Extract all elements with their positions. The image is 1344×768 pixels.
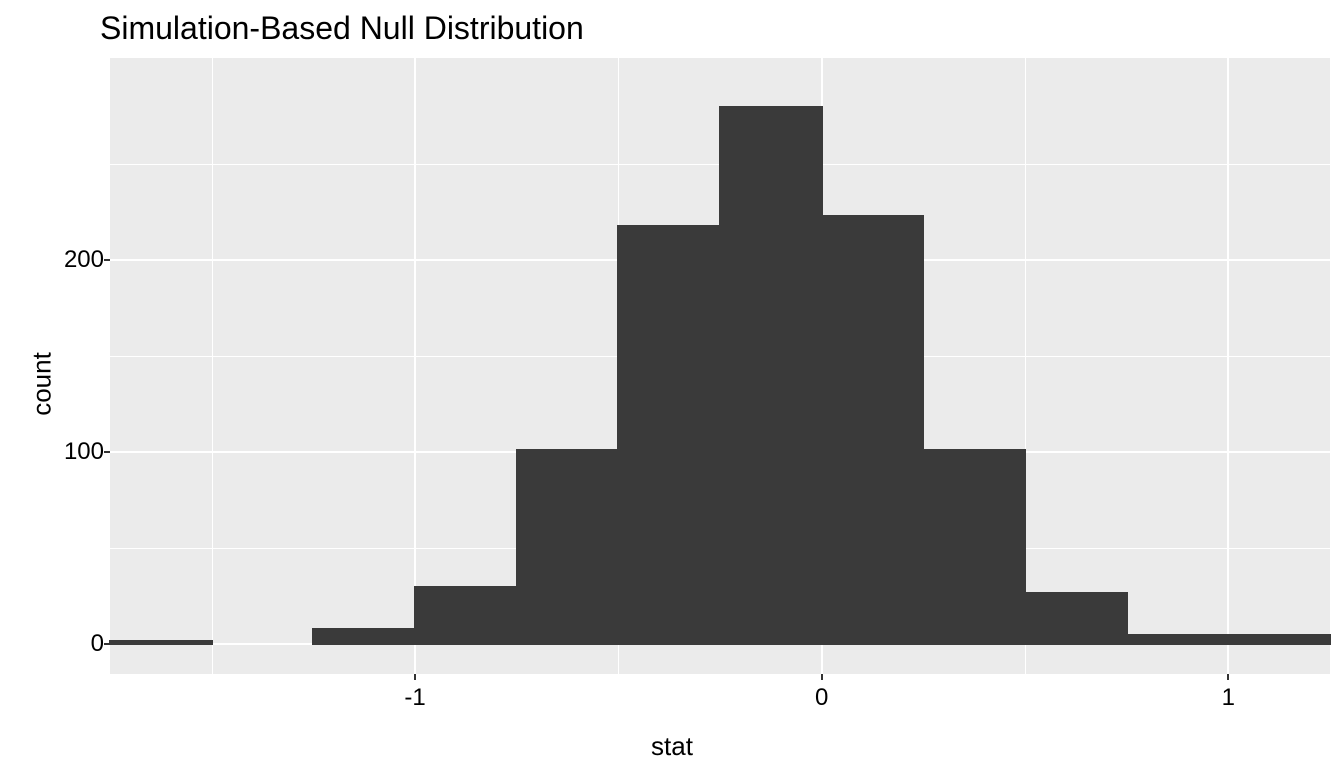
histogram-bar — [313, 629, 415, 644]
x-tick-label: -1 — [404, 684, 425, 712]
x-tick-mark — [1227, 674, 1229, 680]
y-tick-label: 100 — [64, 438, 104, 466]
y-tick-label: 200 — [64, 246, 104, 274]
x-axis-label: stat — [0, 731, 1344, 762]
y-tick-label: 0 — [91, 630, 104, 658]
chart-container: Simulation-Based Null Distribution count… — [0, 0, 1344, 768]
histogram-bar — [1127, 635, 1229, 645]
gridline-v-major — [414, 58, 416, 674]
histogram-bar — [1025, 593, 1127, 645]
histogram-bar — [415, 587, 517, 645]
histogram-bar — [517, 450, 619, 644]
gridline-v-minor — [212, 58, 213, 674]
chart-title: Simulation-Based Null Distribution — [100, 10, 584, 47]
histogram-bar — [618, 226, 720, 645]
histogram-bar — [110, 641, 212, 645]
x-tick-label: 1 — [1222, 684, 1235, 712]
histogram-bar — [923, 450, 1025, 644]
plot-panel — [110, 58, 1330, 674]
histogram-bar — [1228, 635, 1330, 645]
x-tick-mark — [821, 674, 823, 680]
y-tick-mark — [104, 259, 110, 261]
y-tick-mark — [104, 451, 110, 453]
y-axis-label: count — [26, 352, 57, 416]
histogram-bar — [720, 107, 822, 645]
x-tick-mark — [414, 674, 416, 680]
histogram-bar — [822, 216, 924, 644]
gridline-v-major — [1227, 58, 1229, 674]
gridline-v-minor — [1025, 58, 1026, 674]
x-tick-label: 0 — [815, 684, 828, 712]
y-tick-mark — [104, 643, 110, 645]
